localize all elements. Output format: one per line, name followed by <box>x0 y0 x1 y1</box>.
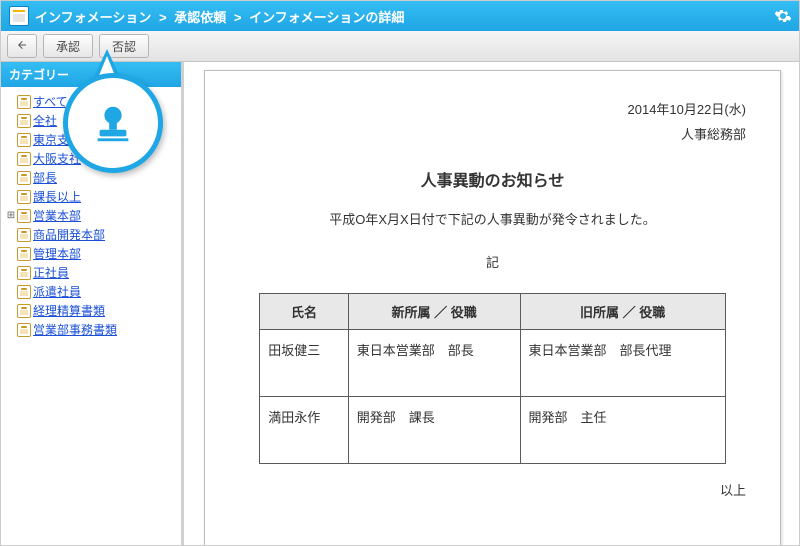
sidebar-item[interactable]: 全社 <box>5 111 179 129</box>
table-cell: 満田永作 <box>260 397 348 464</box>
table-header-cell: 氏名 <box>260 294 348 330</box>
crumb-3: インフォメーションの詳細 <box>249 10 404 25</box>
approve-button[interactable]: 承認 <box>43 34 93 58</box>
content-pane: 2014年10月22日(水) 人事総務部 人事異動のお知らせ 平成O年X月X日付… <box>184 62 799 545</box>
clipboard-icon <box>17 171 31 183</box>
crumb-2: 承認依頼 <box>174 10 226 25</box>
doc-department: 人事総務部 <box>239 124 746 143</box>
sidebar: カテゴリー すべて全社東京支社大阪支社部長課長以上 ⊞ 営業本部商品開発本部管理本部… <box>1 62 184 545</box>
clipboard-icon <box>17 285 31 297</box>
clipboard-icon <box>17 114 31 126</box>
approve-label: 承認 <box>56 38 80 55</box>
sidebar-item-label[interactable]: すべて <box>33 93 68 110</box>
reject-button[interactable]: 否認 <box>99 34 149 58</box>
sidebar-item-label[interactable]: 経理精算書類 <box>33 302 105 319</box>
crumb-sep: > <box>234 10 242 25</box>
clipboard-icon <box>17 228 31 240</box>
transfer-table: 氏名新所属 ／ 役職旧所属 ／ 役職 田坂健三東日本営業部 部長東日本営業部 部… <box>259 293 725 464</box>
clipboard-icon <box>17 247 31 259</box>
sidebar-item[interactable]: ⊞ 営業本部 <box>5 206 179 224</box>
sidebar-item-label[interactable]: 課長以上 <box>33 188 81 205</box>
doc-date: 2014年10月22日(水) <box>239 99 746 118</box>
clipboard-icon <box>17 304 31 316</box>
sidebar-item-label[interactable]: 管理本部 <box>33 245 81 262</box>
sidebar-item[interactable]: 営業部事務書類 <box>5 320 179 338</box>
sidebar-item[interactable]: 派遣社員 <box>5 282 179 300</box>
category-tree: すべて全社東京支社大阪支社部長課長以上 ⊞ 営業本部商品開発本部管理本部正社員派遣社… <box>1 87 181 545</box>
sidebar-item[interactable]: 管理本部 <box>5 244 179 262</box>
sidebar-item[interactable]: 商品開発本部 <box>5 225 179 243</box>
sidebar-item-label[interactable]: 大阪支社 <box>33 150 81 167</box>
table-row: 満田永作開発部 課長開発部 主任 <box>260 397 725 464</box>
sidebar-item-label[interactable]: 商品開発本部 <box>33 226 105 243</box>
table-header-cell: 新所属 ／ 役職 <box>348 294 520 330</box>
clipboard-icon <box>17 190 31 202</box>
crumb-sep: > <box>159 10 167 25</box>
reject-label: 否認 <box>112 38 136 55</box>
table-cell: 東日本営業部 部長 <box>348 330 520 397</box>
table-cell: 開発部 課長 <box>348 397 520 464</box>
doc-mark: 記 <box>239 252 746 271</box>
sidebar-item[interactable]: 課長以上 <box>5 187 179 205</box>
sidebar-item-label[interactable]: 営業本部 <box>33 207 81 224</box>
clipboard-icon <box>17 95 31 107</box>
settings-gear-icon[interactable] <box>773 6 793 26</box>
clipboard-icon <box>17 152 31 164</box>
document: 2014年10月22日(水) 人事総務部 人事異動のお知らせ 平成O年X月X日付… <box>204 70 781 545</box>
sidebar-item[interactable]: 部長 <box>5 168 179 186</box>
toolbar: 承認 否認 <box>1 31 799 62</box>
table-cell: 東日本営業部 部長代理 <box>520 330 725 397</box>
back-arrow-icon <box>15 38 29 54</box>
sidebar-item[interactable]: 東京支社 <box>5 130 179 148</box>
sidebar-item-label[interactable]: 東京支社 <box>33 131 81 148</box>
table-header-cell: 旧所属 ／ 役職 <box>520 294 725 330</box>
sidebar-item[interactable]: 正社員 <box>5 263 179 281</box>
back-button[interactable] <box>7 34 37 58</box>
sidebar-item-label[interactable]: 派遣社員 <box>33 283 81 300</box>
sidebar-item-label[interactable]: 全社 <box>33 112 57 129</box>
breadcrumb: インフォメーション > 承認依頼 > インフォメーションの詳細 <box>35 7 404 26</box>
sidebar-item[interactable]: 大阪支社 <box>5 149 179 167</box>
clipboard-icon <box>17 209 31 221</box>
app-window: インフォメーション > 承認依頼 > インフォメーションの詳細 承認 否認 カテ… <box>0 0 800 546</box>
sidebar-item-label[interactable]: 営業部事務書類 <box>33 321 117 338</box>
sidebar-item[interactable]: 経理精算書類 <box>5 301 179 319</box>
crumb-1: インフォメーション <box>35 10 151 25</box>
expand-plus-icon[interactable]: ⊞ <box>5 210 17 221</box>
clipboard-icon <box>17 266 31 278</box>
sidebar-item-label[interactable]: 部長 <box>33 169 57 186</box>
table-row: 田坂健三東日本営業部 部長東日本営業部 部長代理 <box>260 330 725 397</box>
sidebar-heading: カテゴリー <box>1 62 181 87</box>
doc-lead: 平成O年X月X日付で下記の人事異動が発令されました。 <box>239 209 746 228</box>
header-bar: インフォメーション > 承認依頼 > インフォメーションの詳細 <box>1 1 799 31</box>
doc-closing: 以上 <box>239 480 746 499</box>
app-icon <box>9 6 29 26</box>
clipboard-icon <box>17 323 31 335</box>
table-cell: 開発部 主任 <box>520 397 725 464</box>
table-cell: 田坂健三 <box>260 330 348 397</box>
sidebar-item-label[interactable]: 正社員 <box>33 264 69 281</box>
table-header-row: 氏名新所属 ／ 役職旧所属 ／ 役職 <box>260 294 725 330</box>
body: カテゴリー すべて全社東京支社大阪支社部長課長以上 ⊞ 営業本部商品開発本部管理本部… <box>1 62 799 545</box>
clipboard-icon <box>17 133 31 145</box>
sidebar-item[interactable]: すべて <box>5 92 179 110</box>
doc-title: 人事異動のお知らせ <box>239 167 746 191</box>
